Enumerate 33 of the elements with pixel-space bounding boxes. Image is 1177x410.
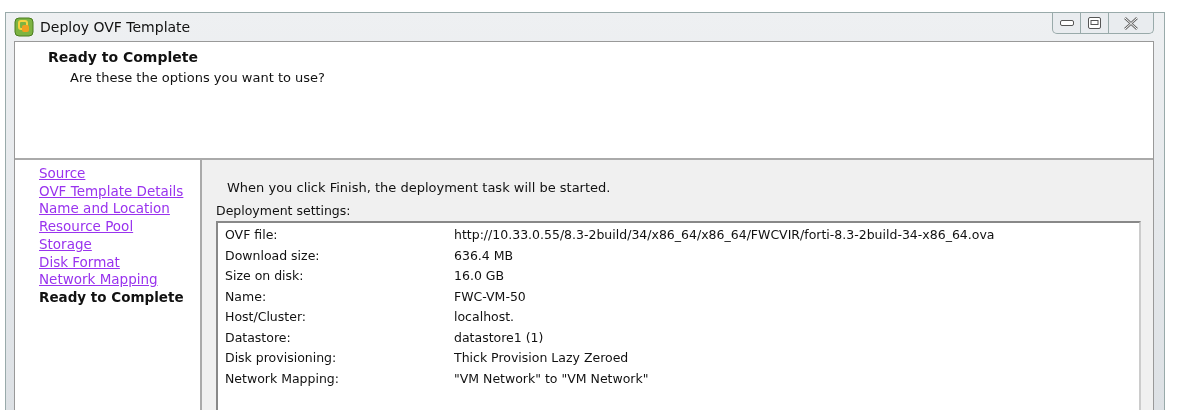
setting-value: 636.4 MB (454, 246, 514, 265)
setting-label: Datastore: (225, 328, 292, 347)
page-heading: Ready to Complete (48, 48, 199, 67)
step-link[interactable]: Resource Pool (39, 218, 134, 236)
step-link[interactable]: Storage (39, 235, 92, 254)
step-link[interactable]: Disk Format (39, 253, 120, 272)
step-link[interactable]: Ready to Complete (39, 288, 184, 307)
setting-value: FWC-VM-50 (454, 287, 526, 306)
setting-label: Name: (225, 287, 268, 306)
setting-label: Disk provisioning: (225, 349, 338, 368)
setting-label: Size on disk: (225, 267, 305, 286)
step-link[interactable]: OVF Template Details (39, 182, 184, 201)
setting-value: datastore1 (1) (454, 328, 544, 347)
setting-label: Download size: (225, 246, 321, 265)
setting-value: localhost. (454, 308, 515, 327)
setting-value: http://10.33.0.55/8.3-2build/34/x86_64/x86_64/FWCVIR/forti-8.3-2build-34-x86_64.ova (454, 226, 995, 245)
setting-label: OVF file: (225, 226, 279, 245)
window-title: Deploy OVF Template (40, 17, 191, 37)
setting-label: Network Mapping: (225, 369, 341, 388)
setting-value: 16.0 GB (454, 267, 505, 286)
maximize-icon (1088, 17, 1101, 29)
step-link[interactable]: Network Mapping (39, 271, 158, 289)
setting-value: Thick Provision Lazy Zeroed (454, 349, 629, 368)
app-icon (14, 17, 34, 37)
section-label: Deployment settings: (216, 201, 352, 220)
step-link[interactable]: Name and Location (39, 200, 170, 219)
intro-text: When you click Finish, the deployment task will be started. (226, 179, 612, 197)
setting-label: Host/Cluster: (225, 308, 308, 327)
step-link[interactable]: Source (39, 165, 86, 183)
page-subtitle: Are these the options you want to use? (69, 69, 326, 87)
minimize-icon (1059, 20, 1074, 26)
close-icon (1123, 16, 1139, 30)
setting-value: "VM Network" to "VM Network" (454, 369, 649, 388)
